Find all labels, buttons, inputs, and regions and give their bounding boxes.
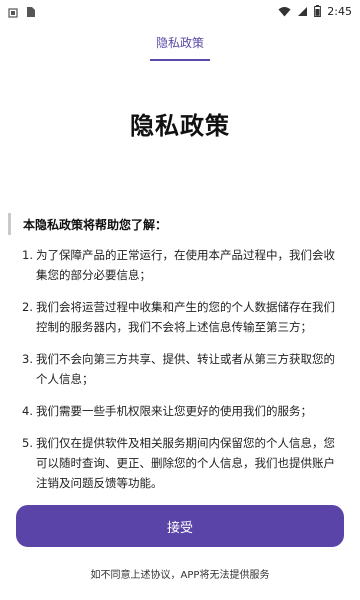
signal-icon [297,2,308,21]
list-item-number: 5. [22,436,33,450]
list-item: 5. 我们仅在提供软件及相关服务期间内保留您的个人信息，您可以随时查询、更正、删… [22,433,342,493]
list-item-number: 1. [22,248,33,262]
list-item-text: 我们会将运营过程中收集和产生的您的个人数据储存在我们控制的服务器内，我们不会将上… [36,300,335,334]
list-item-number: 4. [22,404,33,418]
list-item-number: 3. [22,352,33,366]
status-time: 2:45 [327,5,352,18]
header: 隐私政策 [0,28,360,62]
list-item-text: 我们需要一些手机权限来让您更好的使用我们的服务； [36,404,312,418]
sim-icon [26,3,36,22]
intro-text: 本隐私政策将帮助您了解： [23,217,168,232]
list-item: 3. 我们不会向第三方共享、提供、转让或者从第三方获取您的个人信息； [22,349,342,389]
page-title: 隐私政策 [130,112,230,140]
battery-icon [314,2,322,21]
accept-button[interactable]: 接受 [16,505,344,547]
list-item-text: 我们仅在提供软件及相关服务期间内保留您的个人信息，您可以随时查询、更正、删除您的… [36,436,335,490]
list-item-text: 为了保障产品的正常运行，在使用本产品过程中，我们会收集您的部分必要信息； [36,248,335,282]
intro-block: 本隐私政策将帮助您了解： [8,212,167,236]
tab-underline [150,59,210,61]
list-item: 1. 为了保障产品的正常运行，在使用本产品过程中，我们会收集您的部分必要信息； [22,245,342,285]
status-left [8,3,36,22]
intro-quote-bar [8,213,11,235]
policy-list: 1. 为了保障产品的正常运行，在使用本产品过程中，我们会收集您的部分必要信息； … [22,245,342,505]
status-right: 2:45 [278,2,352,21]
list-item: 4. 我们需要一些手机权限来让您更好的使用我们的服务； [22,401,342,421]
tab-privacy-policy[interactable]: 隐私政策 [156,34,204,51]
footer-note: 如不同意上述协议，APP将无法提供服务 [90,570,270,581]
list-item-number: 2. [22,300,33,314]
status-bar: 2:45 [0,0,360,18]
list-item-text: 我们不会向第三方共享、提供、转让或者从第三方获取您的个人信息； [36,352,335,386]
notification-icon [8,3,18,22]
wifi-icon [278,2,291,21]
list-item: 2. 我们会将运营过程中收集和产生的您的个人数据储存在我们控制的服务器内，我们不… [22,297,342,337]
